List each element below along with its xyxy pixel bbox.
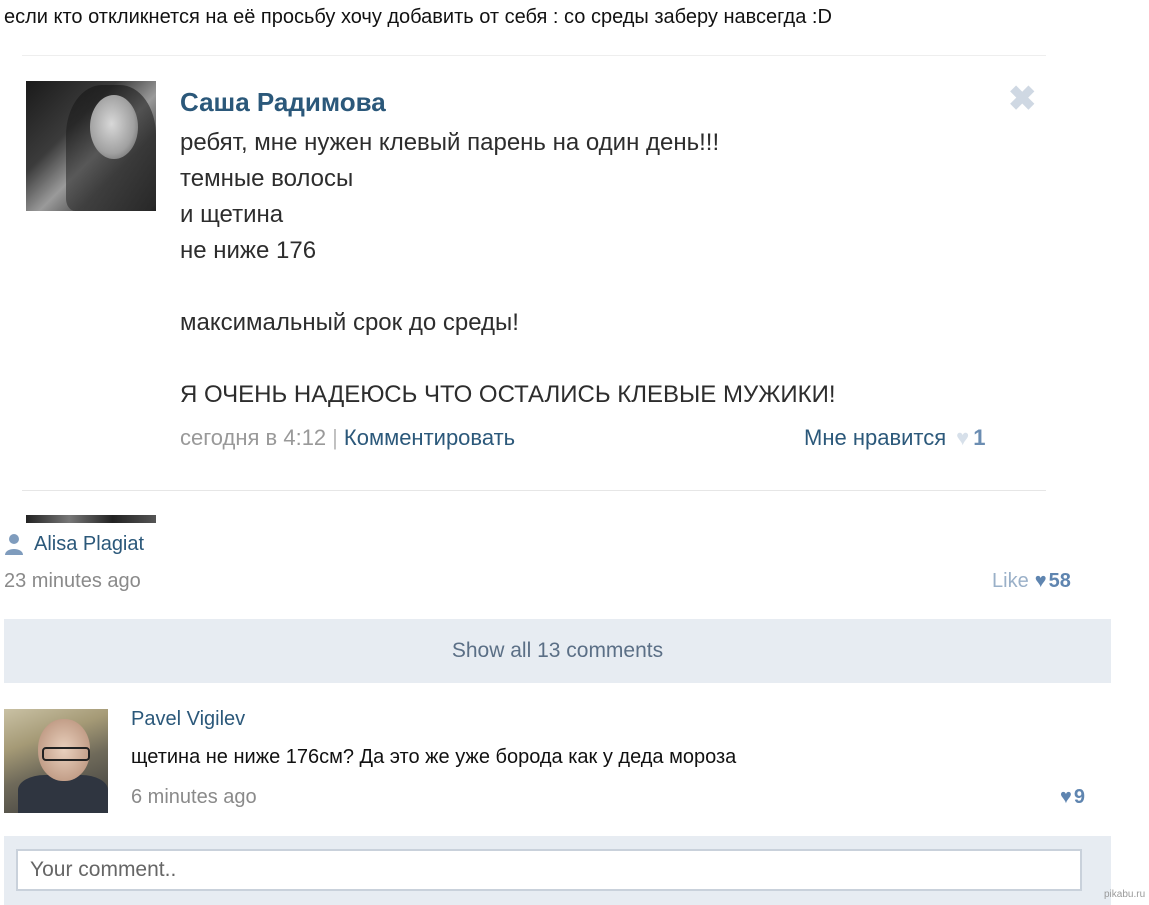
divider: [22, 55, 1046, 56]
like-label: Like: [992, 570, 1029, 592]
show-all-comments-button[interactable]: Show all 13 comments: [4, 619, 1111, 683]
commenter-avatar[interactable]: [4, 709, 108, 813]
like-count: 58: [1048, 570, 1071, 592]
comment-form: [4, 836, 1111, 905]
avatar-face: [90, 95, 138, 159]
embedded-text-line: максимальный срок до среды!: [180, 309, 519, 336]
embedded-comment-link: Комментировать: [343, 425, 516, 450]
meta-separator: |: [332, 425, 338, 450]
embedded-like-label: Мне нравится: [804, 425, 947, 450]
embedded-author-name: Саша Радимова: [180, 87, 386, 117]
avatar-glasses: [42, 747, 90, 761]
comment-input[interactable]: [16, 849, 1082, 891]
embedded-screenshot: Саша Радимова ✖ ребят, мне нужен клевый …: [22, 55, 1046, 523]
comment-author-link[interactable]: Pavel Vigilev: [131, 708, 245, 731]
user-icon: [5, 534, 23, 555]
post-like-button[interactable]: Like ♥ 58: [992, 570, 1071, 593]
embedded-like: Мне нравится ♥ 1: [804, 425, 985, 451]
post-timestamp: 23 minutes ago: [4, 570, 141, 592]
next-avatar-fragment: [26, 515, 156, 523]
divider: [22, 490, 1046, 491]
heart-icon: ♥: [1060, 786, 1072, 808]
embedded-text-line: и щетина: [180, 201, 284, 228]
comment-like-button[interactable]: ♥ 9: [1060, 786, 1085, 809]
watermark: pikabu.ru: [1104, 889, 1146, 900]
post-author-link[interactable]: Alisa Plagiat: [34, 533, 144, 556]
embedded-text-line: Я ОЧЕНЬ НАДЕЮСЬ ЧТО ОСТАЛИСЬ КЛЕВЫЕ МУЖИ…: [180, 381, 836, 408]
close-icon: ✖: [1008, 80, 1037, 118]
author-avatar: [26, 81, 156, 211]
embedded-like-count: 1: [973, 425, 986, 450]
comment-like-count: 9: [1073, 786, 1085, 808]
embedded-text-line: ребят, мне нужен клевый парень на один д…: [180, 129, 720, 156]
embedded-text-line: темные волосы: [180, 165, 354, 192]
heart-icon: ♥: [1034, 570, 1047, 592]
heart-icon: ♥: [956, 425, 970, 450]
comment-timestamp: 6 minutes ago: [131, 786, 257, 808]
embedded-meta: сегодня в 4:12 | Комментировать: [180, 425, 515, 451]
comment-text: щетина не ниже 176см? Да это же уже боро…: [131, 746, 737, 768]
post-caption: если кто откликнется на её просьбу хочу …: [4, 6, 832, 28]
embedded-time: сегодня в 4:12: [180, 425, 327, 450]
embedded-text-line: не ниже 176: [180, 237, 317, 264]
